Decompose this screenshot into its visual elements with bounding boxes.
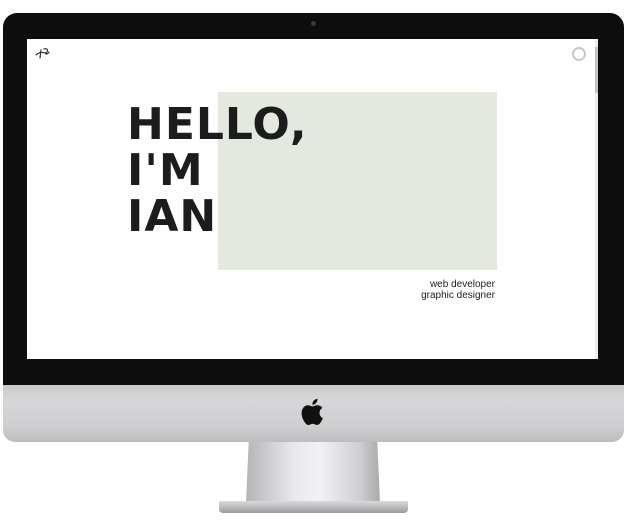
scrollbar-thumb[interactable] bbox=[595, 47, 598, 93]
monitor-base bbox=[219, 501, 408, 513]
hero-line-hello: HELLO, bbox=[127, 99, 308, 150]
role-web-developer: web developer bbox=[429, 279, 495, 290]
hero-line-name: IAN bbox=[127, 191, 218, 242]
signature-logo-icon[interactable] bbox=[35, 46, 51, 60]
role-list: web developer graphic designer bbox=[421, 279, 495, 301]
hero-heading: HELLO, I'M IAN bbox=[127, 102, 308, 240]
hero-line-im: I'M bbox=[127, 145, 204, 196]
circle-menu-icon[interactable] bbox=[572, 47, 586, 61]
monitor-stand bbox=[246, 442, 380, 503]
role-graphic-designer: graphic designer bbox=[421, 290, 495, 301]
website-screen: HELLO, I'M IAN web developer graphic des… bbox=[27, 39, 598, 359]
camera-icon bbox=[311, 21, 316, 26]
apple-logo-icon bbox=[301, 398, 323, 426]
